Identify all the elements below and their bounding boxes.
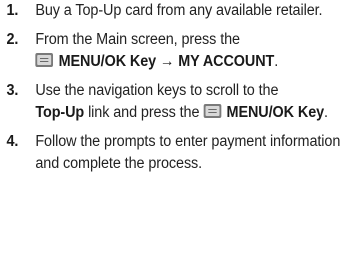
step-2: 2. From the Main screen, press the MENU/… xyxy=(0,29,352,73)
step-text: Use the navigation keys to scroll to the xyxy=(35,82,279,99)
arrow-glyph: → xyxy=(160,53,175,70)
link-name: Top-Up xyxy=(35,104,85,121)
step-number: 2. xyxy=(6,31,19,48)
menu-target: MY ACCOUNT xyxy=(178,53,275,70)
step-number: 3. xyxy=(6,82,19,99)
step-text-middle: link and press the xyxy=(88,104,200,121)
menu-ok-key-icon xyxy=(35,53,54,67)
step-number: 1. xyxy=(6,2,19,19)
step-number: 4. xyxy=(6,133,19,150)
key-label: MENU/OK Key xyxy=(58,53,157,70)
key-label: MENU/OK Key xyxy=(226,104,325,121)
step-suffix: . xyxy=(324,104,328,121)
step-text: Buy a Top-Up card from any available ret… xyxy=(35,2,323,19)
menu-ok-key-icon xyxy=(203,104,221,118)
step-text: From the Main screen, press the xyxy=(35,31,240,48)
step-suffix: . xyxy=(274,53,279,70)
step-3: 3. Use the navigation keys to scroll to … xyxy=(0,80,352,124)
step-4: 4. Follow the prompts to enter payment i… xyxy=(0,131,352,175)
instruction-steps: 1. Buy a Top-Up card from any available … xyxy=(0,0,353,182)
step-1: 1. Buy a Top-Up card from any available … xyxy=(0,0,352,22)
step-text: Follow the prompts to enter payment info… xyxy=(35,133,341,172)
